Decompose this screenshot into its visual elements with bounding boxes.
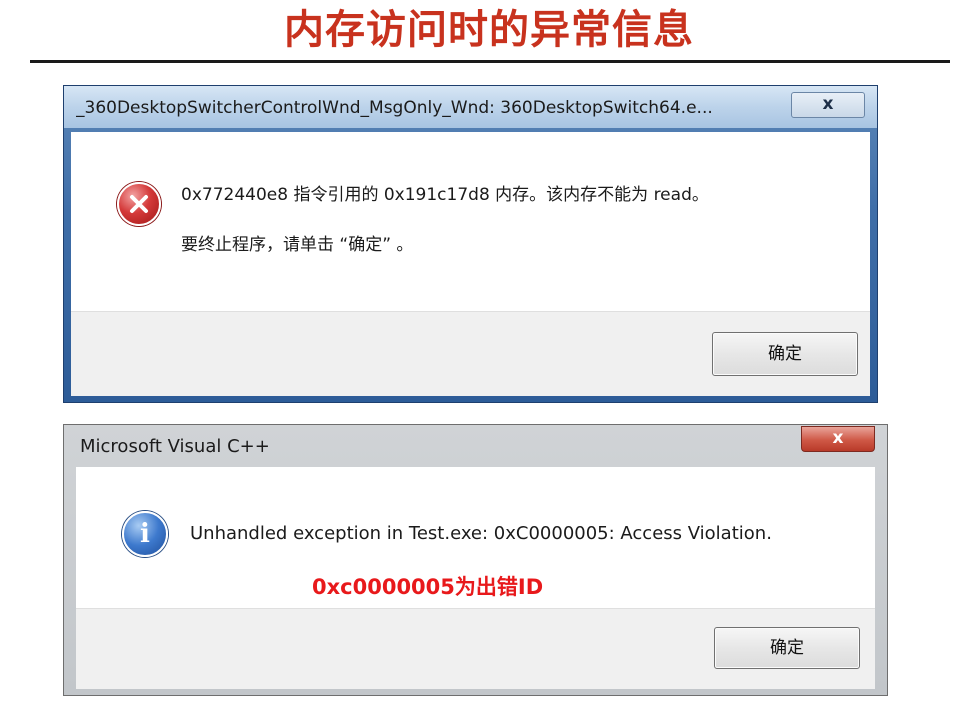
error-dialog-title: _360DesktopSwitcherControlWnd_MsgOnly_Wn…	[76, 98, 713, 118]
vc-dialog-body: i Unhandled exception in Test.exe: 0xC00…	[76, 467, 875, 689]
error-dialog-close-button[interactable]: x	[791, 92, 865, 118]
error-icon	[117, 182, 161, 226]
error-dialog-body: 0x772440e8 指令引用的 0x191c17d8 内存。该内存不能为 re…	[71, 132, 870, 396]
error-id-annotation: 0xc0000005为出错ID	[312, 575, 544, 599]
vc-dialog-footer: 确定	[76, 608, 875, 689]
error-dialog-footer: 确定	[71, 311, 870, 396]
error-cross-icon	[130, 195, 148, 213]
vc-message: Unhandled exception in Test.exe: 0xC0000…	[190, 523, 772, 544]
info-i-glyph: i	[140, 519, 150, 549]
info-icon: i	[122, 511, 168, 557]
vc-dialog-title: Microsoft Visual C++	[80, 436, 270, 457]
error-message-line2: 要终止程序，请单击 “确定” 。	[181, 235, 414, 255]
slide-title: 内存访问时的异常信息	[284, 7, 694, 53]
vc-dialog: Microsoft Visual C++ x i Unhandled excep…	[63, 424, 888, 696]
vc-ok-button[interactable]: 确定	[714, 627, 860, 669]
error-message-line1: 0x772440e8 指令引用的 0x191c17d8 内存。该内存不能为 re…	[181, 185, 709, 205]
error-dialog: _360DesktopSwitcherControlWnd_MsgOnly_Wn…	[63, 85, 878, 403]
error-ok-button[interactable]: 确定	[712, 332, 858, 376]
title-divider	[30, 60, 950, 63]
vc-dialog-close-button[interactable]: x	[801, 426, 875, 452]
error-dialog-titlebar[interactable]: _360DesktopSwitcherControlWnd_MsgOnly_Wn…	[64, 86, 877, 128]
